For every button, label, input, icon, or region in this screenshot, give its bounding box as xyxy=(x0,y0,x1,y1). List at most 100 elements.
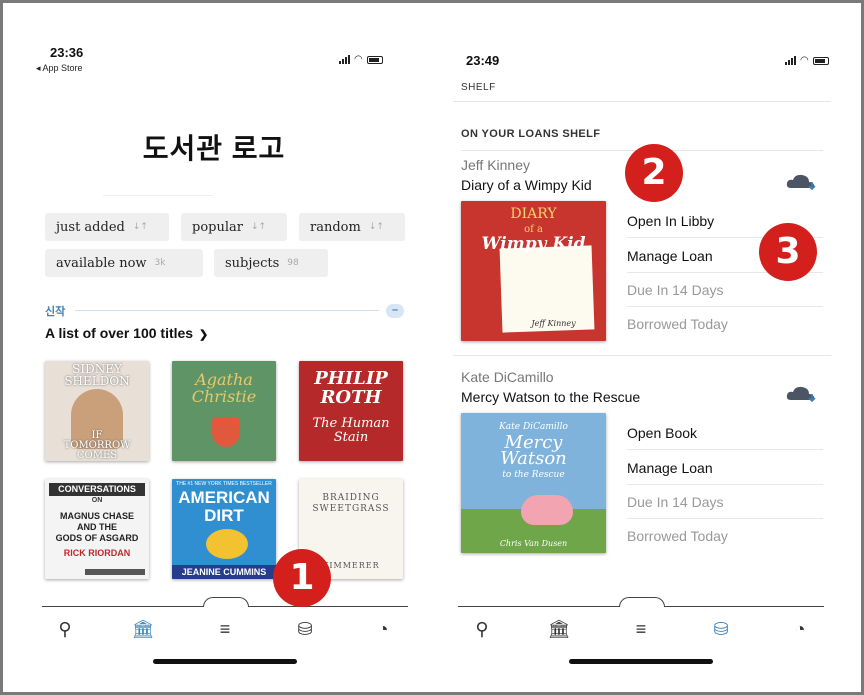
borrowed-date-label: Borrowed Today xyxy=(627,528,728,544)
back-to-app-store-link[interactable]: ◂ App Store xyxy=(36,63,83,74)
home-indicator xyxy=(569,659,713,664)
book-author[interactable]: Jeff Kinney xyxy=(461,157,530,173)
chip-label: subjects xyxy=(225,255,280,271)
step-badge-3: 3 xyxy=(759,223,817,281)
cover-line: MAGNUS CHASE xyxy=(59,511,134,521)
book-cover-if-tomorrow-comes[interactable]: SIDNEY SHELDON IF TOMORROW COMES xyxy=(45,361,149,461)
cover-author: JEANINE CUMMINS xyxy=(181,567,267,577)
chip-random[interactable]: random ↓↑ xyxy=(299,213,405,241)
menu-icon[interactable]: ≡ xyxy=(211,619,239,639)
shelf-screen: 23:49 ◠ SHELF ON YOUR LOANS SHELF Jeff K… xyxy=(433,3,858,692)
cover-pig xyxy=(521,495,573,525)
chip-available-now[interactable]: available now 3k xyxy=(45,249,203,277)
cover-line: Wimpy Kid xyxy=(481,234,586,254)
book-title[interactable]: Mercy Watson to the Rescue xyxy=(461,389,640,405)
library-home-screen: 23:36 ◂ App Store ◠ 도서관 로고 just added ↓↑… xyxy=(3,3,425,692)
cover-art xyxy=(212,417,240,447)
section-kicker: 신작 xyxy=(45,306,66,318)
cover-line: DIRT xyxy=(204,506,244,525)
chip-popular[interactable]: popular ↓↑ xyxy=(181,213,287,241)
book-title[interactable]: Diary of a Wimpy Kid xyxy=(461,177,592,193)
cloud-download-icon[interactable] xyxy=(785,172,819,192)
battery-icon xyxy=(366,55,383,64)
status-time: 23:36 xyxy=(50,45,84,60)
cover-author: Agatha Christie xyxy=(172,371,276,405)
cover-tagline: THE #1 NEW YORK TIMES BESTSELLER xyxy=(176,481,272,487)
cover-title: MAGNUS CHASE AND THE GODS OF ASGARD RICK… xyxy=(45,511,149,559)
chip-subjects[interactable]: subjects 98 xyxy=(214,249,328,277)
book-cover-diary-of-a-wimpy-kid[interactable]: DIARY of a Wimpy Kid Jeff Kinney xyxy=(461,201,606,341)
cover-line: DIARY xyxy=(510,206,557,222)
status-time: 23:49 xyxy=(466,53,500,68)
wifi-icon: ◠ xyxy=(800,55,809,66)
cover-line: SWEETGRASS xyxy=(312,504,390,514)
cover-illustrator: Chris Van Dusen xyxy=(499,539,568,548)
manage-loan-button[interactable]: Manage Loan xyxy=(627,451,823,485)
cover-line: ON xyxy=(91,497,103,504)
tab-bar-handle[interactable] xyxy=(203,597,249,607)
chevron-right-icon: ❯ xyxy=(198,329,209,341)
cover-line: AMERICAN xyxy=(178,488,270,507)
phone-divider xyxy=(428,3,429,692)
collapse-section-button[interactable]: – xyxy=(386,304,404,318)
status-icons: ◠ xyxy=(339,54,383,65)
loan-separator xyxy=(453,355,831,356)
home-indicator xyxy=(153,659,297,664)
step-badge-2: 2 xyxy=(625,144,683,202)
library-icon[interactable]: 🏛 xyxy=(129,619,157,639)
step-badge-1: 1 xyxy=(273,549,331,607)
cover-footer-bar xyxy=(85,569,145,575)
book-cover-the-human-stain[interactable]: PHILIP ROTH The Human Stain xyxy=(299,361,403,461)
cover-art xyxy=(206,529,248,559)
status-icons: ◠ xyxy=(785,55,829,66)
library-icon[interactable]: 🏛 xyxy=(545,619,573,639)
cover-title: IF TOMORROW COMES xyxy=(45,431,149,461)
page-title: SHELF xyxy=(461,82,496,93)
cover-author: Jeff Kinney xyxy=(531,319,576,328)
shelf-icon[interactable]: ⛁ xyxy=(707,619,735,639)
cover-line: BRAIDING xyxy=(322,493,380,503)
menu-icon[interactable]: ≡ xyxy=(627,619,655,639)
cover-author: SIDNEY SHELDON xyxy=(45,363,149,387)
cover-line: PHILIP xyxy=(314,368,388,389)
sort-icon: ↓↑ xyxy=(132,222,148,232)
section-title-link[interactable]: A list of over 100 titles ❯ xyxy=(45,325,208,341)
chip-count: 98 xyxy=(287,258,299,268)
cover-line: GODS OF ASGARD xyxy=(55,533,139,543)
cloud-download-icon[interactable] xyxy=(785,384,819,404)
wifi-icon: ◠ xyxy=(354,54,363,65)
due-date-label: Due In 14 Days xyxy=(627,485,823,519)
sort-icon: ↓↑ xyxy=(368,222,384,232)
cover-line: RICK RIORDAN xyxy=(63,548,131,558)
loans-heading: ON YOUR LOANS SHELF xyxy=(461,128,601,140)
timeline-icon[interactable]: ◔ xyxy=(369,619,397,639)
book-cover-conversations-magnus-chase[interactable]: CONVERSATIONS ON MAGNUS CHASE AND THE GO… xyxy=(45,479,149,579)
section-title: A list of over 100 titles xyxy=(45,325,194,341)
chip-count: 3k xyxy=(154,258,166,268)
chip-label: available now xyxy=(56,255,147,271)
battery-icon xyxy=(812,56,829,65)
cover-line: SHELDON xyxy=(64,374,130,388)
book-cover-agatha-christie[interactable]: Agatha Christie xyxy=(172,361,276,461)
cover-line: The Human xyxy=(312,416,390,431)
borrowed-date-label: Borrowed Today xyxy=(627,316,728,332)
open-book-button[interactable]: Open Book xyxy=(627,416,823,450)
tab-bar-handle[interactable] xyxy=(619,597,665,607)
cover-title: DIARY of a Wimpy Kid xyxy=(461,206,606,254)
cover-line: ROTH xyxy=(320,387,382,408)
book-author[interactable]: Kate DiCamillo xyxy=(461,369,554,385)
shelf-icon[interactable]: ⛁ xyxy=(291,619,319,639)
book-cover-mercy-watson[interactable]: Kate DiCamillo Mercy Watson to the Rescu… xyxy=(461,413,606,553)
timeline-icon[interactable]: ◔ xyxy=(786,619,814,639)
cellular-signal-icon xyxy=(785,56,796,65)
cover-author: PHILIP ROTH xyxy=(299,369,403,407)
search-icon[interactable]: ⚲ xyxy=(468,619,496,639)
book-cover-american-dirt[interactable]: THE #1 NEW YORK TIMES BESTSELLER AMERICA… xyxy=(172,479,276,579)
search-icon[interactable]: ⚲ xyxy=(51,619,79,639)
cover-title: AMERICAN DIRT xyxy=(172,489,276,525)
logo-underline xyxy=(103,195,213,196)
header-divider xyxy=(453,101,831,102)
chip-just-added[interactable]: just added ↓↑ xyxy=(45,213,169,241)
cover-line: Stain xyxy=(333,430,369,445)
cover-title: BRAIDING SWEETGRASS xyxy=(299,493,403,515)
